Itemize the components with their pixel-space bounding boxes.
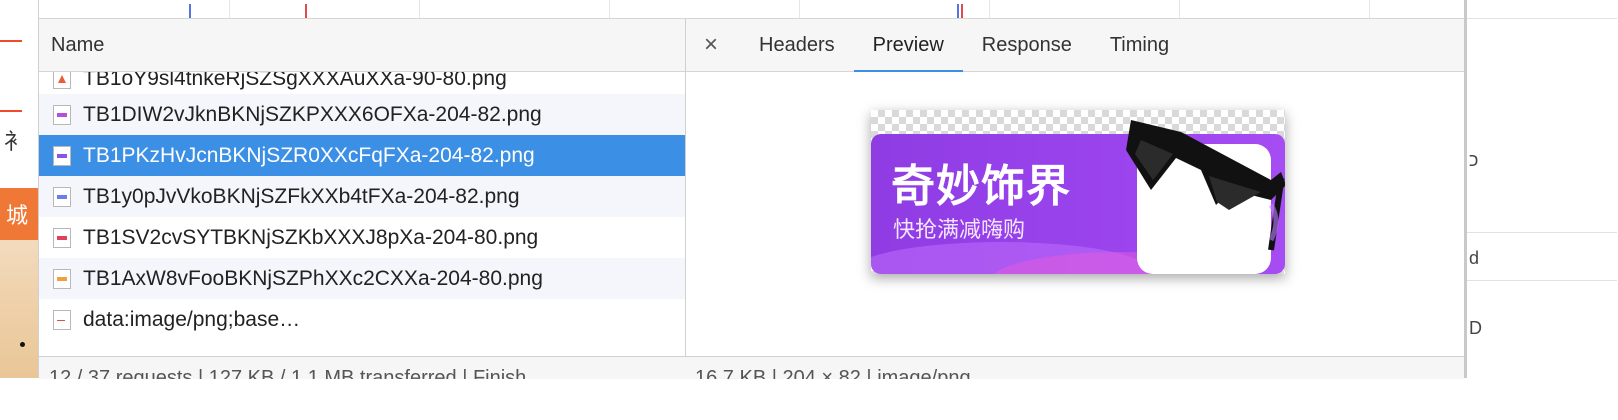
- waterfall-gridline: [419, 0, 420, 18]
- tab-preview[interactable]: Preview: [853, 19, 963, 72]
- page-edge-divider: [1467, 280, 1617, 281]
- request-row[interactable]: TB1SV2cvSYTBKNjSZKbXXXJ8pXa-204-80.png: [39, 217, 685, 258]
- request-name: TB1AxW8vFooBKNjSZPhXXc2CXXa-204-80.png: [83, 266, 543, 290]
- request-row[interactable]: TB1PKzHvJcnBKNjSZR0XXcFqFXa-204-82.png: [39, 135, 685, 176]
- page-edge-banner-text: 城: [6, 203, 29, 228]
- request-row[interactable]: TB1oY9sl4tnkeRjSZSgXXXAuXXa-90-80.png: [39, 72, 685, 94]
- status-bar: 12 / 37 requests | 127 KB / 1.1 MB trans…: [39, 356, 1465, 379]
- request-name: TB1oY9sl4tnkeRjSZSgXXXAuXXa-90-80.png: [83, 72, 507, 90]
- preview-image: 奇妙饰界 快抢满减嗨购: [871, 110, 1285, 274]
- request-name: TB1DIW2vJknBKNjSZKPXXX6OFXa-204-82.png: [83, 102, 542, 126]
- png-icon: [53, 186, 71, 207]
- png-icon: [53, 104, 71, 125]
- page-edge-text: 衤: [4, 129, 27, 154]
- page-edge-divider: [1467, 232, 1617, 233]
- load-marker: [305, 4, 307, 18]
- png-icon: [53, 227, 71, 248]
- tab-response[interactable]: Response: [963, 19, 1091, 71]
- dom-content-loaded-marker: [189, 4, 191, 18]
- dom-content-loaded-marker: [957, 4, 959, 18]
- tab-headers[interactable]: Headers: [740, 19, 854, 71]
- image-preview: 奇妙饰界 快抢满减嗨购: [686, 72, 1465, 356]
- page-edge-dot: [20, 342, 25, 347]
- waterfall-gridline: [1369, 0, 1370, 18]
- name-column-header[interactable]: Name: [39, 19, 685, 72]
- png-icon: [53, 72, 71, 89]
- request-row[interactable]: TB1DIW2vJknBKNjSZKPXXX6OFXa-204-82.png: [39, 94, 685, 135]
- waterfall-gridline: [609, 0, 610, 18]
- banner-subtitle: 快抢满减嗨购: [893, 217, 1026, 242]
- request-name: data:image/png;base…: [83, 307, 301, 331]
- name-column-label: Name: [51, 33, 105, 56]
- request-list: Name TB1oY9sl4tnkeRjSZSgXXXAuXXa-90-80.p…: [39, 19, 686, 356]
- load-marker: [961, 4, 963, 18]
- status-image-info: 16.7 KB | 204 × 82 | image/png: [695, 367, 971, 379]
- waterfall-overview: [39, 0, 1465, 19]
- waterfall-gridline: [989, 0, 990, 18]
- png-icon: [53, 145, 71, 166]
- page-edge-accent: [0, 110, 22, 112]
- sunglasses-icon: [1126, 120, 1285, 251]
- request-rows: TB1oY9sl4tnkeRjSZSgXXXAuXXa-90-80.png TB1…: [39, 72, 685, 356]
- tab-timing[interactable]: Timing: [1091, 19, 1188, 71]
- request-name: TB1y0pJvVkoBKNjSZFkXXb4tFXa-204-82.png: [83, 184, 520, 208]
- request-row[interactable]: TB1AxW8vFooBKNjSZPhXXc2CXXa-204-80.png: [39, 258, 685, 299]
- waterfall-gridline: [1179, 0, 1180, 18]
- request-name: TB1SV2cvSYTBKNjSZKbXXXJ8pXa-204-80.png: [83, 225, 539, 249]
- waterfall-gridline: [799, 0, 800, 18]
- request-row[interactable]: data:image/png;base…: [39, 299, 685, 340]
- devtools-network-panel: Name TB1oY9sl4tnkeRjSZSgXXXAuXXa-90-80.p…: [38, 0, 1465, 379]
- request-detail: × Headers Preview Response Timing 奇妙饰界 快…: [686, 19, 1465, 356]
- png-icon: [53, 268, 71, 289]
- page-edge-text: d: [1469, 248, 1480, 268]
- waterfall-gridline: [229, 0, 230, 18]
- request-row[interactable]: TB1y0pJvVkoBKNjSZFkXXb4tFXa-204-82.png: [39, 176, 685, 217]
- close-icon[interactable]: ×: [704, 31, 718, 59]
- page-edge-divider: [1467, 18, 1617, 19]
- data-icon: [53, 309, 71, 330]
- page-right-edge: כ d D: [1464, 0, 1618, 378]
- page-edge-image: [0, 240, 38, 378]
- banner-title: 奇妙饰界: [891, 162, 1071, 211]
- page-edge-text: כ: [1469, 150, 1479, 170]
- page-edge-text: D: [1469, 318, 1482, 338]
- page-edge-accent: [0, 40, 22, 42]
- detail-tabs: × Headers Preview Response Timing: [686, 19, 1465, 72]
- request-name: TB1PKzHvJcnBKNjSZR0XXcFqFXa-204-82.png: [83, 143, 535, 167]
- status-summary: 12 / 37 requests | 127 KB / 1.1 MB trans…: [49, 367, 527, 379]
